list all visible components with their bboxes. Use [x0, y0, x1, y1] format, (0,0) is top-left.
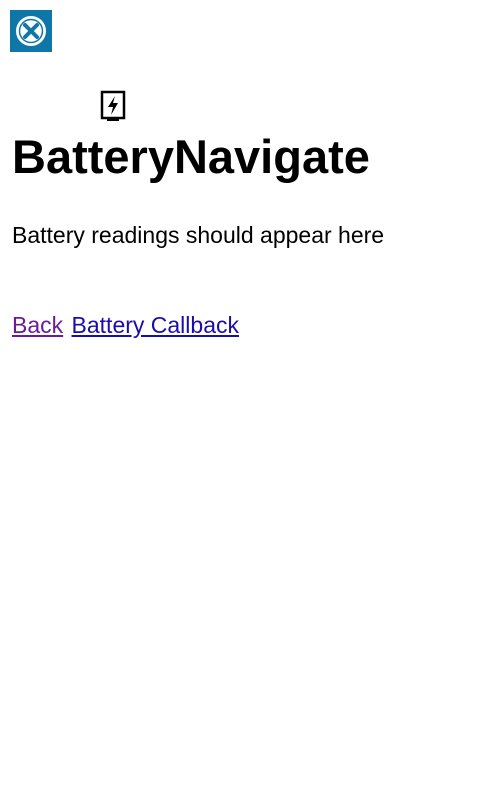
- page-title: BatteryNavigate: [12, 130, 370, 183]
- back-link[interactable]: Back: [12, 312, 63, 338]
- battery-readings-text: Battery readings should appear here: [12, 222, 385, 248]
- nav-links: Back Battery Callback: [12, 310, 239, 340]
- close-button[interactable]: [10, 10, 52, 52]
- battery-charging-icon: [100, 90, 126, 122]
- battery-callback-link[interactable]: Battery Callback: [72, 312, 239, 338]
- close-icon: [14, 14, 48, 48]
